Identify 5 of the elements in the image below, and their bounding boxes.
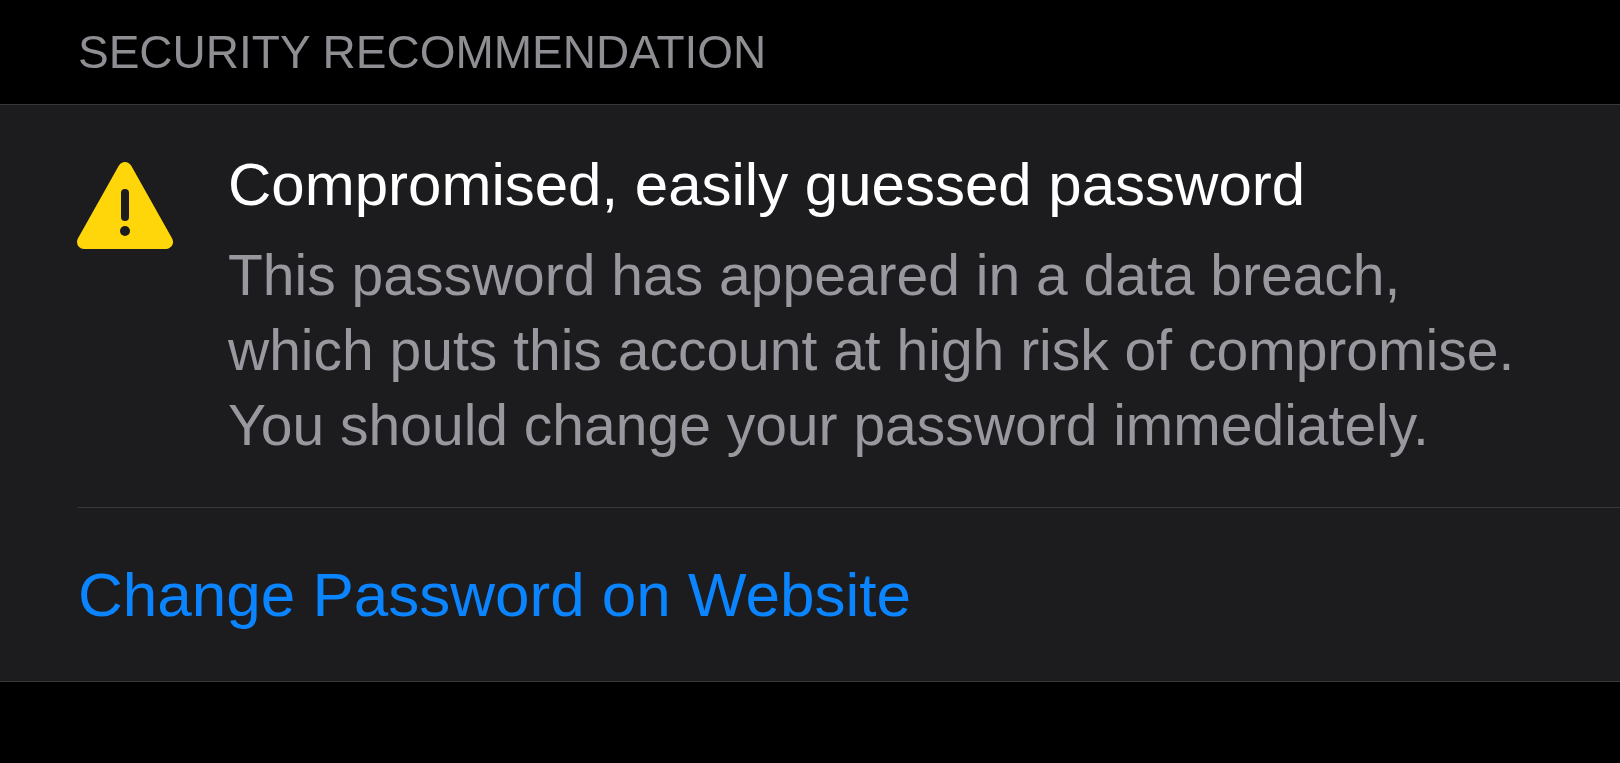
change-password-link[interactable]: Change Password on Website (78, 558, 911, 631)
recommendation-description: This password has appeared in a data breach, which puts this account at high risk of compromise. You should change your password immediately. (228, 242, 1516, 459)
warning-icon (77, 161, 173, 250)
recommendation-title: Compromised, easily guessed password (228, 150, 1306, 220)
section-header: SECURITY RECOMMENDATION (78, 26, 767, 78)
